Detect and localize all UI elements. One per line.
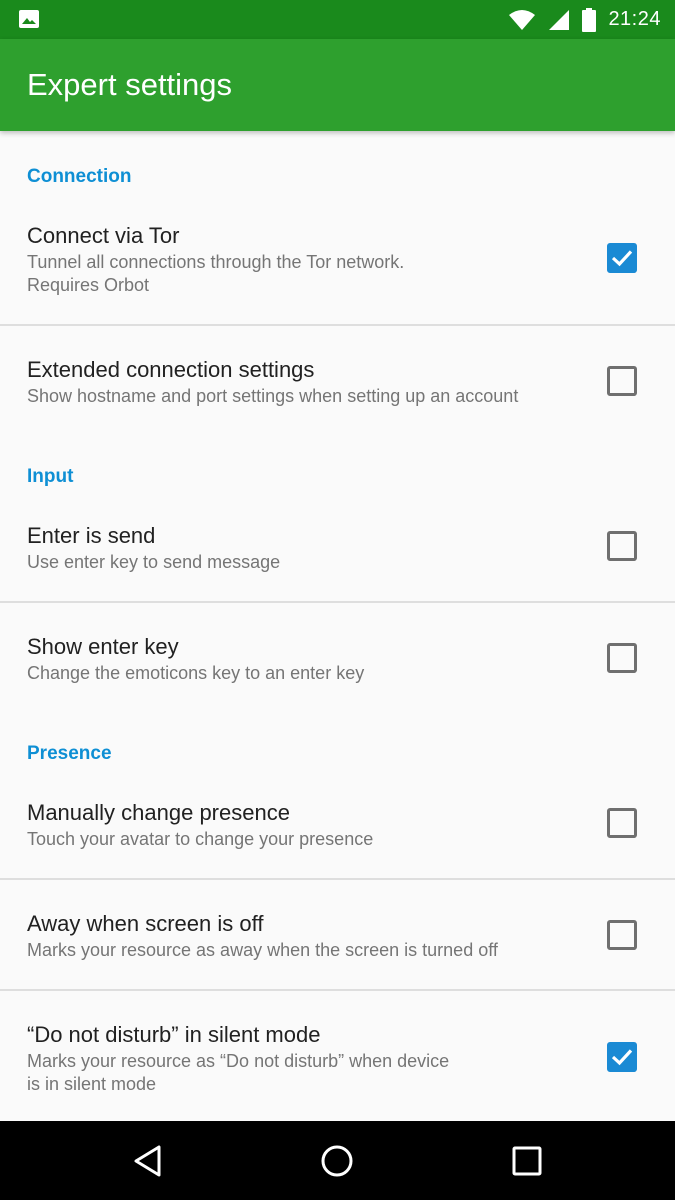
check-icon: [611, 250, 633, 267]
navigation-bar: [0, 1121, 675, 1200]
checkbox-extended-connection-settings[interactable]: [607, 366, 637, 396]
settings-list: Connection Connect via Tor Tunnel all co…: [0, 131, 675, 1121]
pref-summary: Tunnel all connections through the Tor n…: [27, 252, 405, 272]
pref-title: “Do not disturb” in silent mode: [27, 1022, 321, 1047]
pref-do-not-disturb-silent-mode[interactable]: “Do not disturb” in silent mode Marks yo…: [0, 991, 675, 1121]
status-time: 21:24: [608, 8, 661, 30]
signal-icon: [549, 9, 570, 30]
pref-title: Manually change presence: [27, 800, 290, 825]
pref-summary: is in silent mode: [27, 1074, 157, 1094]
pref-title: Away when screen is off: [27, 911, 264, 936]
app-bar: Expert settings: [0, 39, 675, 131]
pref-away-when-screen-off[interactable]: Away when screen is off Marks your resou…: [0, 880, 675, 990]
page-title: Expert settings: [27, 67, 233, 102]
back-icon[interactable]: [130, 1143, 166, 1179]
pref-title: Show enter key: [27, 634, 179, 659]
pref-summary: Requires Orbot: [27, 275, 150, 295]
checkbox-manually-change-presence[interactable]: [607, 808, 637, 838]
home-icon[interactable]: [319, 1143, 355, 1179]
battery-icon: [582, 7, 597, 32]
pref-summary: Touch your avatar to change your presenc…: [27, 829, 374, 849]
checkbox-do-not-disturb-silent-mode[interactable]: [607, 1042, 637, 1072]
pref-extended-connection-settings[interactable]: Extended connection settings Show hostna…: [0, 326, 675, 426]
pref-summary: Show hostname and port settings when set…: [27, 386, 519, 406]
pref-show-enter-key[interactable]: Show enter key Change the emoticons key …: [0, 603, 675, 703]
status-bar: 21:24: [0, 0, 675, 39]
checkbox-away-when-screen-off[interactable]: [607, 920, 637, 950]
pref-connect-via-tor[interactable]: Connect via Tor Tunnel all connections t…: [0, 201, 675, 325]
pref-manually-change-presence[interactable]: Manually change presence Touch your avat…: [0, 778, 675, 878]
section-header-connection: Connection: [27, 166, 132, 187]
pref-enter-is-send[interactable]: Enter is send Use enter key to send mess…: [0, 501, 675, 601]
image-icon: [19, 10, 39, 28]
section-header-input: Input: [27, 466, 74, 487]
recents-icon[interactable]: [509, 1143, 545, 1179]
pref-title: Extended connection settings: [27, 357, 315, 382]
check-icon: [611, 1049, 633, 1066]
pref-summary: Change the emoticons key to an enter key: [27, 663, 365, 683]
pref-summary: Use enter key to send message: [27, 552, 281, 572]
checkbox-show-enter-key[interactable]: [607, 643, 637, 673]
pref-title: Connect via Tor: [27, 223, 180, 248]
pref-summary: Marks your resource as away when the scr…: [27, 940, 498, 960]
pref-title: Enter is send: [27, 523, 156, 548]
checkbox-enter-is-send[interactable]: [607, 531, 637, 561]
section-header-presence: Presence: [27, 743, 112, 764]
wifi-icon: [509, 9, 536, 30]
pref-summary: Marks your resource as “Do not disturb” …: [27, 1051, 450, 1071]
checkbox-connect-via-tor[interactable]: [607, 243, 637, 273]
